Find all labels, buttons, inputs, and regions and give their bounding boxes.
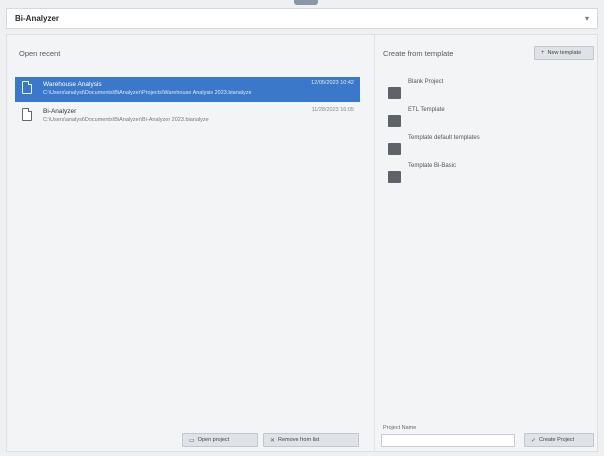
template-label: Blank Project (408, 79, 444, 85)
recent-project-path: C:\Users\analyst\Documents\BiAnalyzer\Bi… (43, 117, 209, 123)
recent-project-date: 12/05/2023 10:42 (311, 80, 354, 86)
recent-project-date: 11/28/2023 16:05 (311, 107, 354, 113)
recent-project-item[interactable]: Bi-Analyzer C:\Users\analyst\Documents\B… (15, 104, 360, 129)
template-list: Blank Project ETL Template Template defa… (388, 79, 588, 191)
template-item[interactable]: Template Bi-Basic (388, 163, 588, 191)
document-icon (22, 81, 32, 94)
create-project-label: Create Project (539, 437, 575, 443)
folder-open-icon: ▭ (189, 437, 195, 444)
project-name-label: Project Name (383, 425, 417, 431)
document-icon (22, 108, 32, 121)
template-item[interactable]: ETL Template (388, 107, 588, 135)
open-project-button[interactable]: ▭ Open project (182, 433, 258, 447)
recent-project-path: C:\Users\analyst\Documents\BiAnalyzer\Pr… (43, 90, 252, 96)
window-drag-handle[interactable] (294, 0, 318, 5)
project-name-input[interactable] (381, 434, 515, 447)
create-from-template-heading: Create from template (383, 49, 454, 58)
check-icon: ✓ (531, 437, 537, 444)
template-label: ETL Template (408, 107, 445, 113)
recent-project-item[interactable]: Warehouse Analysis C:\Users\analyst\Docu… (15, 77, 360, 102)
remove-from-list-button[interactable]: ✕ Remove from list (263, 433, 359, 447)
start-panel: Open recent Warehouse Analysis C:\Users\… (6, 34, 598, 452)
template-label: Template default templates (408, 135, 480, 141)
new-template-label: New template (547, 50, 582, 56)
remove-icon: ✕ (270, 437, 276, 444)
title-bar: Bi-Analyzer ▾ (6, 8, 598, 29)
app-title: Bi-Analyzer (15, 14, 60, 23)
plus-icon: + (541, 50, 545, 56)
open-recent-heading: Open recent (19, 49, 61, 58)
template-label: Template Bi-Basic (408, 163, 457, 169)
chevron-down-icon[interactable]: ▾ (585, 14, 589, 23)
new-template-button[interactable]: + New template (534, 46, 594, 60)
recent-project-name: Warehouse Analysis (43, 81, 102, 88)
template-icon (388, 87, 401, 99)
template-item[interactable]: Blank Project (388, 79, 588, 107)
template-item[interactable]: Template default templates (388, 135, 588, 163)
open-project-label: Open project (197, 437, 230, 443)
recent-project-name: Bi-Analyzer (43, 108, 77, 115)
template-icon (388, 143, 401, 155)
recent-projects-list: Warehouse Analysis C:\Users\analyst\Docu… (15, 77, 360, 131)
remove-from-list-label: Remove from list (278, 437, 320, 443)
template-icon (388, 115, 401, 127)
panel-divider (374, 35, 375, 451)
template-icon (388, 171, 401, 183)
create-project-button[interactable]: ✓ Create Project (524, 433, 594, 447)
